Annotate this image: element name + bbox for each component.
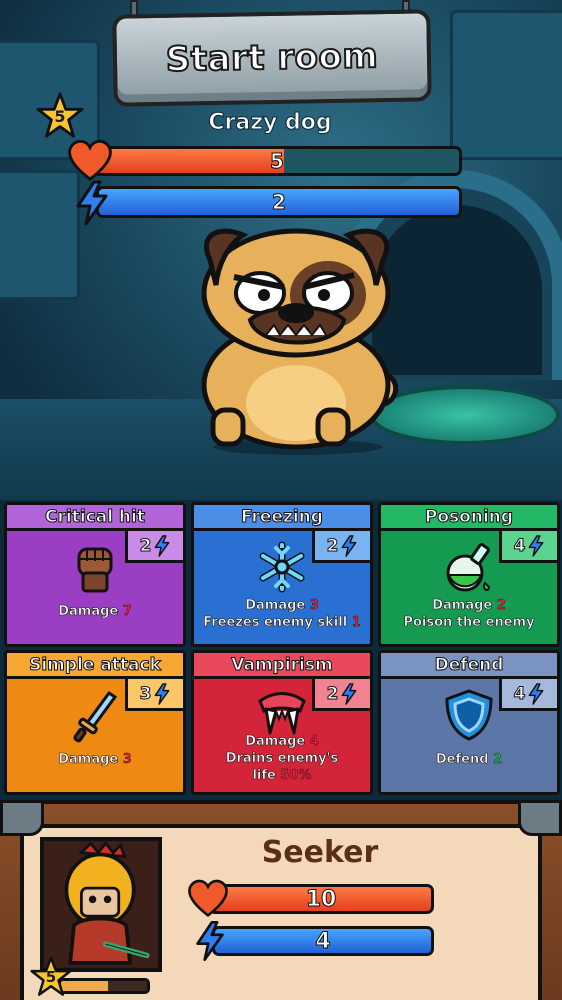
- snowflake-icon: [254, 539, 310, 595]
- heart-icon: [188, 879, 228, 918]
- skill-description: Damage 4 Drains enemy's life 50%: [196, 733, 368, 784]
- energy-cost-value: 2: [326, 683, 339, 704]
- player-energy-value: 4: [315, 928, 331, 954]
- description-value: 4: [309, 734, 319, 749]
- description-line: Drains enemy's: [196, 750, 368, 767]
- enemy-energy-bar: 2: [96, 186, 462, 218]
- panel-corner: [518, 800, 562, 836]
- energy-cost-value: 3: [139, 683, 152, 704]
- description-line: Damage 7: [9, 603, 181, 620]
- player-name: Seeker: [261, 835, 379, 870]
- energy-cost: 4: [499, 679, 557, 711]
- description-value: 50%: [280, 768, 312, 783]
- enemy-energy-value: 2: [272, 190, 287, 215]
- shield-icon: [441, 687, 497, 743]
- skill-description: Damage 2 Poison the enemy: [383, 597, 555, 631]
- lightning-icon: [76, 180, 108, 226]
- description-label: Defend: [435, 752, 494, 768]
- description-line: Defend 2: [383, 751, 555, 768]
- description-label: Damage: [58, 752, 123, 768]
- energy-cost: 2: [312, 531, 370, 563]
- player-health-bar: 10: [208, 884, 434, 914]
- enemy-health-value: 5: [270, 149, 285, 173]
- description-value: 2: [496, 598, 506, 613]
- panel-corner: [0, 800, 44, 836]
- description-value: 7: [122, 604, 132, 619]
- lightning-icon: [529, 682, 544, 705]
- description-label: Damage: [245, 734, 310, 750]
- poison-flask-icon: [441, 539, 497, 595]
- description-label: Damage: [432, 598, 497, 614]
- skill-title: Vampirism: [194, 653, 370, 679]
- description-label: life: [252, 768, 281, 784]
- skill-description: Defend 2: [383, 751, 555, 768]
- energy-cost: 3: [125, 679, 183, 711]
- enemy-name: Crazy dog: [208, 110, 332, 136]
- description-line: Damage 3: [9, 751, 181, 768]
- description-line: Damage 4: [196, 733, 368, 750]
- lightning-icon: [342, 534, 357, 557]
- crazy-dog-enemy[interactable]: [188, 225, 408, 455]
- skill-title: Defend: [381, 653, 557, 679]
- skill-card-critical-hit[interactable]: Critical hit 2 Damage 7: [4, 502, 186, 647]
- description-value: 3: [122, 752, 132, 767]
- room-title: Start room: [164, 35, 379, 81]
- skill-card-defend[interactable]: Defend 4 Defend 2: [378, 650, 560, 795]
- skill-card-simple-attack[interactable]: Simple attack 3 Damage 3: [4, 650, 186, 795]
- description-line: Damage 3: [196, 597, 368, 614]
- skill-description: Damage 3 Freezes enemy skill 1: [196, 597, 368, 631]
- energy-cost: 2: [312, 679, 370, 711]
- description-line: Damage 2: [383, 597, 555, 614]
- skill-title: Posoning: [381, 505, 557, 531]
- lightning-icon: [196, 921, 224, 961]
- lightning-icon: [529, 534, 544, 557]
- player-energy-bar: 4: [212, 926, 434, 956]
- description-line: Poison the enemy: [383, 614, 555, 631]
- description-label: Drains enemy's: [225, 751, 339, 767]
- player-health-value: 10: [305, 886, 337, 912]
- skill-title: Critical hit: [7, 505, 183, 531]
- description-line: Freezes enemy skill 1: [196, 614, 368, 631]
- player-level: 5: [45, 968, 57, 986]
- skill-title: Freezing: [194, 505, 370, 531]
- enemy-health-bar: 5: [92, 146, 462, 176]
- skill-description: Damage 7: [9, 603, 181, 620]
- energy-cost: 2: [125, 531, 183, 563]
- skill-card-vampirism[interactable]: Vampirism 2 Damage 4 Drains enemy's life 50%: [191, 650, 373, 795]
- skill-title: Simple attack: [7, 653, 183, 679]
- energy-cost: 4: [499, 531, 557, 563]
- lightning-icon: [342, 682, 357, 705]
- wall-block: [450, 10, 562, 160]
- description-value: 2: [493, 752, 503, 767]
- wall-block: [0, 170, 80, 300]
- spartan-warrior-avatar: [44, 841, 158, 968]
- room-sign: Start room: [112, 9, 432, 107]
- enemy-level: 5: [54, 106, 66, 126]
- energy-cost-value: 4: [513, 683, 526, 704]
- sword-icon: [67, 687, 123, 743]
- energy-cost-value: 2: [326, 535, 339, 556]
- skill-cards: Critical hit 2 Damage 7 Freezing 2 Damage 3 Fr…: [2, 500, 560, 796]
- description-value: 3: [309, 598, 319, 613]
- player-portrait[interactable]: [40, 837, 162, 972]
- player-level-badge: 5: [30, 956, 72, 998]
- energy-cost-value: 2: [139, 535, 152, 556]
- enemy-level-badge: 5: [36, 92, 84, 140]
- skill-description: Damage 3: [9, 751, 181, 768]
- lightning-icon: [155, 682, 170, 705]
- skill-card-freezing[interactable]: Freezing 2 Damage 3 Freezes enemy skill 1: [191, 502, 373, 647]
- description-label: Damage: [245, 598, 310, 614]
- description-label: Poison the enemy: [403, 615, 535, 631]
- description-label: Damage: [58, 604, 123, 620]
- energy-cost-value: 4: [513, 535, 526, 556]
- description-value: 1: [351, 615, 361, 630]
- fist-icon: [67, 539, 123, 595]
- description-line: life 50%: [196, 767, 368, 784]
- lightning-icon: [155, 534, 170, 557]
- skill-card-posoning[interactable]: Posoning 4 Damage 2 Poison the enemy: [378, 502, 560, 647]
- heart-icon: [68, 139, 112, 181]
- description-label: Freezes enemy skill: [203, 615, 352, 631]
